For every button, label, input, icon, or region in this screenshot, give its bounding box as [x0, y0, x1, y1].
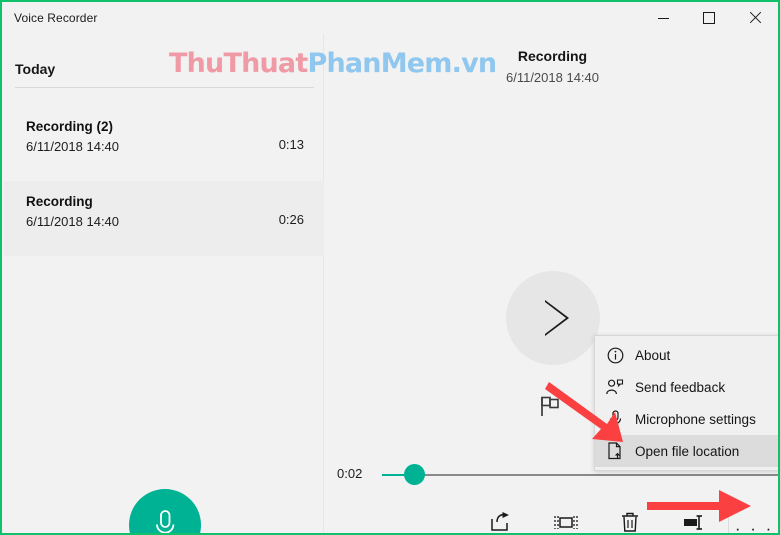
- group-header-today: Today: [15, 61, 56, 77]
- playback-slider-thumb[interactable]: [404, 464, 425, 485]
- person-feedback-icon: [606, 378, 624, 396]
- trash-icon: [621, 511, 639, 533]
- play-icon-inner: [545, 302, 566, 334]
- recording-name: Recording (2): [26, 119, 114, 134]
- info-icon: [606, 347, 624, 364]
- minimize-button[interactable]: [640, 2, 686, 34]
- list-item[interactable]: Recording 6/11/2018 14:40 0:26: [4, 181, 324, 256]
- rename-button[interactable]: Rename: [663, 504, 728, 533]
- microphone-icon: [156, 510, 175, 533]
- recording-name: Recording: [26, 194, 93, 209]
- file-open-icon: [606, 442, 624, 460]
- playback-time: 0:02: [337, 466, 363, 481]
- recording-date: 6/11/2018 14:40: [26, 139, 120, 154]
- menu-item-label: Open file location: [635, 443, 740, 459]
- menu-item-send-feedback[interactable]: Send feedback: [595, 371, 778, 403]
- more-options-button[interactable]: · · ·: [727, 506, 778, 533]
- marker-flag-button[interactable]: [540, 396, 560, 423]
- list-item[interactable]: Recording (2) 6/11/2018 14:40 0:13: [4, 106, 324, 181]
- window-title: Voice Recorder: [14, 11, 98, 25]
- detail-title: Recording: [517, 48, 588, 64]
- menu-item-open-file-location[interactable]: Open file location: [595, 435, 778, 467]
- recording-duration: 0:26: [278, 212, 304, 227]
- close-icon: [749, 12, 761, 24]
- trim-icon: [553, 511, 579, 533]
- trim-button[interactable]: Trim: [533, 504, 598, 533]
- play-button[interactable]: [506, 271, 600, 365]
- microphone-icon: [606, 410, 624, 428]
- recordings-sidebar: Today Recording (2) 6/11/2018 14:40 0:13…: [4, 34, 324, 533]
- detail-date: 6/11/2018 14:40: [505, 70, 599, 85]
- share-button[interactable]: Share: [468, 504, 533, 533]
- title-bar: Voice Recorder: [2, 2, 778, 34]
- group-header-divider: [15, 87, 314, 88]
- menu-item-microphone-settings[interactable]: Microphone settings: [595, 403, 778, 435]
- menu-item-label: About: [635, 347, 671, 363]
- window-controls: [640, 2, 778, 34]
- record-button[interactable]: [129, 489, 201, 533]
- close-button[interactable]: [732, 2, 778, 34]
- maximize-icon: [703, 12, 715, 24]
- menu-item-label: Send feedback: [635, 379, 726, 395]
- menu-item-label: Microphone settings: [635, 411, 756, 427]
- recordings-list: Recording (2) 6/11/2018 14:40 0:13 Recor…: [4, 106, 324, 256]
- maximize-button[interactable]: [686, 2, 732, 34]
- flag-icon: [541, 396, 559, 416]
- playback-slider-track[interactable]: [382, 474, 778, 476]
- voice-recorder-window: Voice Recorder Today Recording (2) 6/11/…: [0, 0, 780, 535]
- more-options-menu: About Send feedback Microphone settings …: [594, 335, 778, 471]
- share-icon: [490, 511, 511, 533]
- delete-button[interactable]: Delete: [598, 504, 663, 533]
- recording-date: 6/11/2018 14:40: [26, 214, 120, 229]
- recording-duration: 0:13: [278, 137, 304, 152]
- bottom-toolbar: Share Trim: [325, 504, 778, 533]
- menu-item-about[interactable]: About: [595, 339, 778, 371]
- minimize-icon: [657, 17, 669, 19]
- rename-icon: [683, 511, 707, 533]
